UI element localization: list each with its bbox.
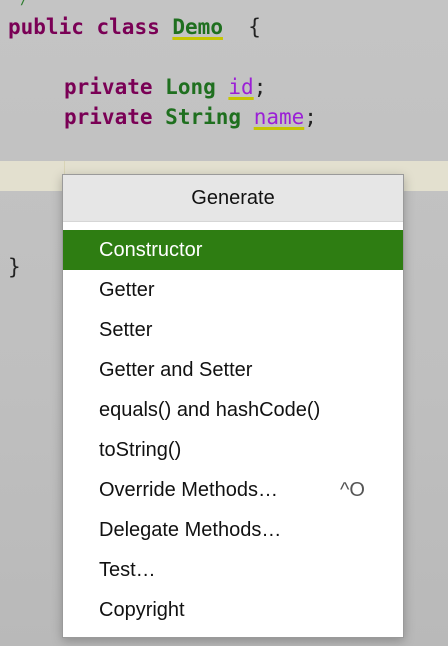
popup-spacer <box>63 222 403 230</box>
generate-menu-list: Constructor Getter Setter Getter and Set… <box>63 230 403 630</box>
menu-item-label: Delegate Methods… <box>99 518 282 541</box>
field-name-line[interactable]: private String name; <box>64 104 317 130</box>
type-string: String <box>165 105 242 129</box>
menu-item-label: Override Methods… <box>99 478 278 501</box>
menu-item-label: equals() and hashCode() <box>99 398 321 421</box>
menu-item-setter[interactable]: Setter <box>63 310 403 350</box>
semicolon: ; <box>304 105 317 129</box>
popup-title: Generate <box>63 175 403 222</box>
menu-item-equals-hashcode[interactable]: equals() and hashCode() <box>63 390 403 430</box>
menu-item-label: Getter <box>99 278 155 301</box>
menu-item-test[interactable]: Test… <box>63 550 403 590</box>
class-name[interactable]: Demo <box>172 15 223 39</box>
keyword-class: class <box>96 15 160 39</box>
modifier-private: private <box>64 75 153 99</box>
menu-item-label: Constructor <box>99 238 203 261</box>
closing-brace: } <box>8 255 21 279</box>
open-brace: { <box>248 15 261 39</box>
menu-item-label: Setter <box>99 318 153 341</box>
menu-item-override-methods[interactable]: Override Methods… ^O <box>63 470 403 510</box>
menu-item-constructor[interactable]: Constructor <box>63 230 403 270</box>
shortcut-label: ^O <box>340 478 365 501</box>
menu-item-delegate-methods[interactable]: Delegate Methods… <box>63 510 403 550</box>
menu-item-getter-and-setter[interactable]: Getter and Setter <box>63 350 403 390</box>
field-name[interactable]: name <box>254 105 305 129</box>
type-long: Long <box>165 75 216 99</box>
menu-item-label: Test… <box>99 558 156 581</box>
menu-item-getter[interactable]: Getter <box>63 270 403 310</box>
menu-item-label: Getter and Setter <box>99 358 253 381</box>
keyword-public: public <box>8 15 84 39</box>
menu-item-label: Copyright <box>99 598 185 621</box>
menu-item-label: toString() <box>99 438 182 461</box>
semicolon: ; <box>253 75 267 99</box>
modifier-private: private <box>64 105 153 129</box>
field-id-line[interactable]: private Long id; <box>64 74 266 100</box>
field-id[interactable]: id <box>228 75 253 99</box>
comment-fragment: / <box>20 0 29 8</box>
menu-item-copyright[interactable]: Copyright <box>63 590 403 630</box>
class-declaration-line[interactable]: public class Demo { <box>8 14 261 40</box>
generate-popup[interactable]: Generate Constructor Getter Setter Gette… <box>62 174 404 638</box>
menu-item-tostring[interactable]: toString() <box>63 430 403 470</box>
